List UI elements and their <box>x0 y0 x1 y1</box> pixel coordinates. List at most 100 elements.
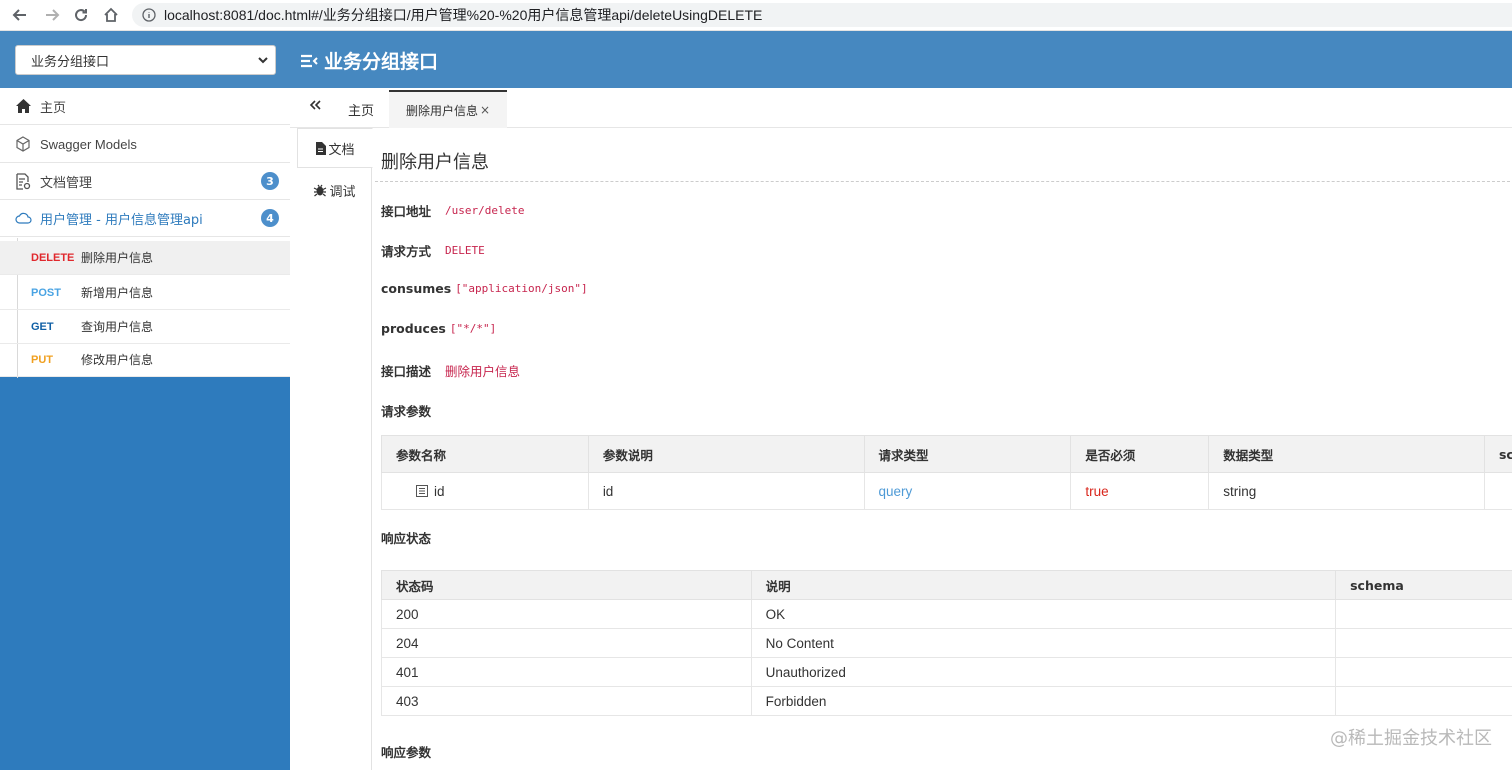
reload-button[interactable] <box>69 4 93 26</box>
table-row: 200 OK <box>381 599 1512 629</box>
status-schema <box>1335 628 1512 658</box>
group-select[interactable]: 业务分组接口 <box>15 45 276 75</box>
status-code: 200 <box>381 599 752 629</box>
count-badge: 3 <box>261 172 279 190</box>
page-title: 删除用户信息 <box>381 152 489 173</box>
field-value: ["application/json"] <box>455 282 588 295</box>
reload-icon <box>75 9 88 22</box>
cloud-icon <box>13 208 33 228</box>
endpoint-name: 修改用户信息 <box>81 353 154 367</box>
field-label: 接口描述 <box>381 364 432 379</box>
status-schema <box>1335 686 1512 716</box>
field-label: consumes <box>381 281 452 296</box>
doc-debug-tabs: 文档 调试 <box>297 128 373 770</box>
forward-arrow-icon <box>46 9 60 21</box>
title-divider <box>375 181 1512 182</box>
bug-icon <box>314 184 327 197</box>
field-consumes: consumes ["application/json"] <box>381 281 588 296</box>
back-button[interactable] <box>8 4 32 26</box>
status-desc: No Content <box>750 628 1337 658</box>
file-text-icon <box>416 484 428 497</box>
sidebar-item-swagger-models[interactable]: Swagger Models <box>0 126 290 163</box>
browser-toolbar: localhost:8081/doc.html#/业务分组接口/用户管理%20-… <box>0 0 1512 31</box>
tab-doc[interactable]: 文档 <box>297 128 373 168</box>
back-arrow-icon <box>12 9 26 21</box>
status-code: 204 <box>381 628 752 658</box>
field-url: 接口地址 /user/delete <box>381 201 525 220</box>
collapse-sidebar-icon[interactable] <box>308 98 322 116</box>
sidebar-item-home[interactable]: 主页 <box>0 88 290 125</box>
sidebar-menu: 主页 Swagger Models 文档管理 3 用户管理 - 用户信息管理ap… <box>0 88 290 378</box>
column-header: 是否必须 <box>1070 435 1210 473</box>
request-params-heading: 请求参数 <box>381 404 432 419</box>
url-text: localhost:8081/doc.html#/业务分组接口/用户管理%20-… <box>164 7 763 23</box>
column-header: 状态码 <box>381 570 752 600</box>
field-label: produces <box>381 321 446 336</box>
endpoint-name: 查询用户信息 <box>81 320 154 334</box>
method-label: POST <box>31 286 61 299</box>
table-row: id id query true string <box>381 472 1512 510</box>
sidebar-item-user-api[interactable]: 用户管理 - 用户信息管理api 4 <box>0 200 290 237</box>
forward-button[interactable] <box>40 4 64 26</box>
info-icon <box>142 8 156 22</box>
sidebar: 主页 Swagger Models 文档管理 3 用户管理 - 用户信息管理ap… <box>0 88 290 770</box>
file-icon <box>316 141 327 155</box>
field-produces: produces ["*/*"] <box>381 321 496 336</box>
field-value: DELETE <box>445 244 485 257</box>
header-title-text: 业务分组接口 <box>324 51 439 73</box>
param-name: id <box>434 483 445 499</box>
column-header: sc <box>1483 435 1512 473</box>
group-select-value: 业务分组接口 <box>31 54 110 70</box>
tab-debug[interactable]: 调试 <box>297 170 372 210</box>
table-row: 401 Unauthorized <box>381 657 1512 687</box>
sidebar-item-label: 文档管理 <box>40 175 93 191</box>
response-status-table: 状态码 说明 schema 200 OK 204 No Content 401 … <box>381 570 1512 716</box>
endpoint-item-post[interactable]: POST 新增用户信息 <box>0 276 290 310</box>
home-icon <box>13 96 33 116</box>
field-label: 接口地址 <box>381 204 432 219</box>
response-status-heading: 响应状态 <box>381 531 432 546</box>
doc-settings-icon <box>13 171 33 191</box>
tab-label: 删除用户信息 <box>405 103 478 118</box>
field-method: 请求方式 DELETE <box>381 241 485 260</box>
close-icon[interactable]: × <box>480 103 490 117</box>
header-title: 业务分组接口 <box>300 47 438 74</box>
status-desc: OK <box>750 599 1337 629</box>
column-header: 说明 <box>750 570 1337 600</box>
param-required: true <box>1070 472 1210 510</box>
field-value: 删除用户信息 <box>445 364 521 379</box>
status-schema <box>1335 599 1512 629</box>
api-doc-content: 删除用户信息 接口地址 /user/delete 请求方式 DELETE con… <box>375 128 1512 770</box>
address-bar[interactable]: localhost:8081/doc.html#/业务分组接口/用户管理%20-… <box>132 3 1512 27</box>
sidebar-item-label: 用户管理 - 用户信息管理api <box>40 212 203 228</box>
endpoint-item-get[interactable]: GET 查询用户信息 <box>0 310 290 344</box>
method-label: GET <box>31 320 54 333</box>
sidebar-item-doc-management[interactable]: 文档管理 3 <box>0 163 290 200</box>
field-description: 接口描述 删除用户信息 <box>381 361 520 380</box>
count-badge: 4 <box>261 209 279 227</box>
sidebar-item-label: 主页 <box>40 100 67 116</box>
table-row: 204 No Content <box>381 628 1512 658</box>
param-schema <box>1483 472 1512 510</box>
column-header: schema <box>1335 570 1512 600</box>
tab-doc-label: 文档 <box>328 142 355 158</box>
column-header: 参数说明 <box>587 435 865 473</box>
field-value: ["*/*"] <box>449 322 497 335</box>
menu-toggle-icon[interactable] <box>300 53 318 69</box>
method-label: PUT <box>31 353 53 366</box>
tab-home[interactable]: 主页 <box>348 100 374 119</box>
tab-debug-label: 调试 <box>329 184 356 200</box>
home-button[interactable] <box>99 4 123 26</box>
endpoint-name: 新增用户信息 <box>81 286 154 300</box>
request-params-table: 参数名称 参数说明 请求类型 是否必须 数据类型 sc id id query … <box>381 435 1512 510</box>
tab-bar: 主页 删除用户信息 × <box>290 88 1512 128</box>
endpoint-item-put[interactable]: PUT 修改用户信息 <box>0 343 290 377</box>
status-schema <box>1335 657 1512 687</box>
endpoint-name: 删除用户信息 <box>81 251 154 265</box>
sidebar-item-label: Swagger Models <box>40 136 137 152</box>
status-code: 403 <box>381 686 752 716</box>
endpoint-item-delete[interactable]: DELETE 删除用户信息 <box>0 241 290 275</box>
param-name-cell: id <box>381 472 589 510</box>
tab-delete-user[interactable]: 删除用户信息 × <box>389 90 507 128</box>
status-code: 401 <box>381 657 752 687</box>
